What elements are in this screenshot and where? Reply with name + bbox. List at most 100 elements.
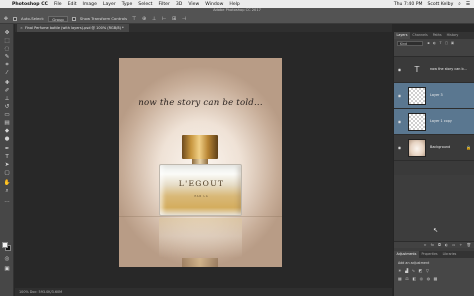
filter-smart-icon[interactable]: ▣: [450, 41, 455, 46]
more-tools-icon[interactable]: …: [3, 198, 11, 205]
rectangle-tool-icon[interactable]: ▢: [3, 170, 11, 177]
layer-style-icon[interactable]: fx: [431, 242, 434, 248]
auto-select-dropdown[interactable]: Group: [48, 15, 68, 22]
align-top-icon[interactable]: ⊤: [131, 16, 137, 22]
align-center-icon[interactable]: ⊞: [171, 16, 177, 22]
healing-brush-tool-icon[interactable]: ✚: [3, 80, 11, 87]
vibrance-icon[interactable]: ▽: [426, 268, 429, 273]
menu-filter[interactable]: Filter: [158, 2, 169, 7]
bottle-sub-label: PAR LA: [194, 195, 209, 198]
menu-file[interactable]: File: [54, 2, 62, 7]
canvas-area[interactable]: now the story can be told... L'EGOUT PAR…: [15, 32, 392, 288]
hand-tool-icon[interactable]: ✋: [3, 180, 11, 187]
close-tab-icon[interactable]: ×: [20, 26, 23, 30]
menu-select[interactable]: Select: [138, 2, 152, 7]
history-brush-tool-icon[interactable]: ↺: [3, 104, 11, 111]
tab-properties[interactable]: Properties: [419, 251, 440, 258]
align-right-icon[interactable]: ⊣: [181, 16, 187, 22]
dodge-tool-icon[interactable]: ●: [3, 136, 11, 143]
curves-icon[interactable]: ∿: [412, 268, 415, 273]
menu-help[interactable]: Help: [229, 2, 239, 7]
new-layer-icon[interactable]: +: [459, 242, 462, 248]
layer-mask-icon[interactable]: ◘: [438, 242, 441, 248]
auto-select-checkbox[interactable]: [13, 16, 17, 21]
layer-thumbnail: [408, 113, 426, 131]
align-left-icon[interactable]: ⊢: [161, 16, 167, 22]
link-layers-icon[interactable]: ∞: [424, 242, 427, 248]
adjustment-layer-icon[interactable]: ◐: [445, 242, 448, 248]
blend-opacity-row[interactable]: [397, 49, 473, 54]
clock[interactable]: Thu 7:40 PM: [394, 2, 423, 7]
align-middle-icon[interactable]: ⊕: [141, 16, 147, 22]
tab-paths[interactable]: Paths: [430, 32, 444, 39]
layer-filter-kind[interactable]: Kind: [397, 41, 423, 46]
menu-list-icon[interactable]: ☰: [466, 2, 470, 7]
color-balance-icon[interactable]: ⚖: [405, 276, 409, 281]
menu-edit[interactable]: Edit: [68, 2, 77, 7]
align-bottom-icon[interactable]: ⊥: [151, 16, 157, 22]
tab-history[interactable]: History: [444, 32, 461, 39]
black-white-icon[interactable]: ◧: [412, 276, 416, 281]
layer-row-layer-1-copy[interactable]: ◉ Layer 1 copy: [394, 109, 474, 135]
path-selection-tool-icon[interactable]: ➤: [3, 162, 11, 169]
tab-adjustments[interactable]: Adjustments: [394, 251, 419, 258]
levels-icon[interactable]: ▟: [405, 268, 408, 273]
lasso-tool-icon[interactable]: ◌: [3, 46, 11, 53]
exposure-icon[interactable]: ◩: [419, 268, 423, 273]
delete-layer-icon[interactable]: 🗑: [466, 242, 471, 248]
tab-layers[interactable]: Layers: [394, 32, 410, 39]
menu-window[interactable]: Window: [205, 2, 223, 7]
foreground-color-swatch[interactable]: [2, 242, 8, 248]
visibility-eye-icon[interactable]: ◉: [397, 145, 402, 150]
crop-tool-icon[interactable]: ⌗: [3, 62, 11, 69]
document-tab[interactable]: × Final Perfume bottle (with layers).psd …: [17, 24, 129, 32]
tab-libraries[interactable]: Libraries: [440, 251, 459, 258]
zoom-tool-icon[interactable]: ⌕: [3, 188, 11, 195]
eyedropper-tool-icon[interactable]: ⁄: [3, 70, 11, 77]
visibility-eye-icon[interactable]: ◉: [397, 119, 402, 124]
adjustments-panel: Add an adjustment ☀ ▟ ∿ ◩ ▽ ▦ ⚖ ◧ ◎ ◍ ▩: [394, 258, 474, 296]
move-tool-icon[interactable]: ✥: [3, 30, 11, 37]
marquee-tool-icon[interactable]: ⬚: [3, 38, 11, 45]
menu-view[interactable]: View: [188, 2, 199, 7]
new-group-icon[interactable]: ▭: [452, 242, 455, 248]
clone-stamp-tool-icon[interactable]: ⊥: [3, 96, 11, 103]
color-lookup-icon[interactable]: ▩: [434, 276, 438, 281]
quick-select-tool-icon[interactable]: ✎: [3, 54, 11, 61]
menu-image[interactable]: Image: [83, 2, 97, 7]
spotlight-icon[interactable]: ⌕: [458, 1, 461, 7]
channel-mixer-icon[interactable]: ◍: [427, 276, 431, 281]
quick-mask-icon[interactable]: ◎: [3, 256, 11, 263]
lock-icon: 🔒: [466, 145, 471, 150]
filter-type-icon[interactable]: T: [438, 41, 443, 46]
tab-channels[interactable]: Channels: [410, 32, 430, 39]
menu-type[interactable]: Type: [122, 2, 133, 7]
brush-tool-icon[interactable]: ✐: [3, 88, 11, 95]
filter-pixel-icon[interactable]: ▪: [426, 41, 431, 46]
layer-row-layer-3[interactable]: ◉ Layer 3: [394, 83, 474, 109]
visibility-eye-icon[interactable]: ◉: [397, 67, 402, 72]
type-tool-icon[interactable]: T: [3, 154, 11, 161]
filter-shape-icon[interactable]: ▢: [444, 41, 449, 46]
gradient-tool-icon[interactable]: ▤: [3, 120, 11, 127]
show-transform-checkbox[interactable]: [71, 16, 76, 21]
hue-saturation-icon[interactable]: ▦: [398, 276, 402, 281]
app-menu[interactable]: Photoshop CC: [12, 2, 48, 7]
menu-layer[interactable]: Layer: [103, 2, 116, 7]
photo-filter-icon[interactable]: ◎: [420, 276, 424, 281]
brightness-icon[interactable]: ☀: [398, 268, 402, 273]
screen-mode-icon[interactable]: ▣: [3, 266, 11, 273]
layer-row-background[interactable]: ◉ Background 🔒: [394, 135, 474, 161]
pen-tool-icon[interactable]: ✒: [3, 146, 11, 153]
visibility-eye-icon[interactable]: ◉: [397, 93, 402, 98]
move-tool-preset-icon[interactable]: ✥: [3, 16, 9, 22]
blur-tool-icon[interactable]: ◆: [3, 128, 11, 135]
eraser-tool-icon[interactable]: ▭: [3, 112, 11, 119]
mouse-cursor-icon: ↖: [433, 227, 439, 234]
layer-row-text[interactable]: ◉ T now the story can b...: [394, 57, 474, 83]
filter-adjustment-icon[interactable]: ◐: [432, 41, 437, 46]
menu-3d[interactable]: 3D: [176, 2, 182, 7]
layer-name: Layer 1 copy: [430, 119, 452, 123]
user-name[interactable]: Scott Kelby: [427, 2, 453, 7]
document-canvas[interactable]: now the story can be told... L'EGOUT PAR…: [119, 58, 282, 267]
